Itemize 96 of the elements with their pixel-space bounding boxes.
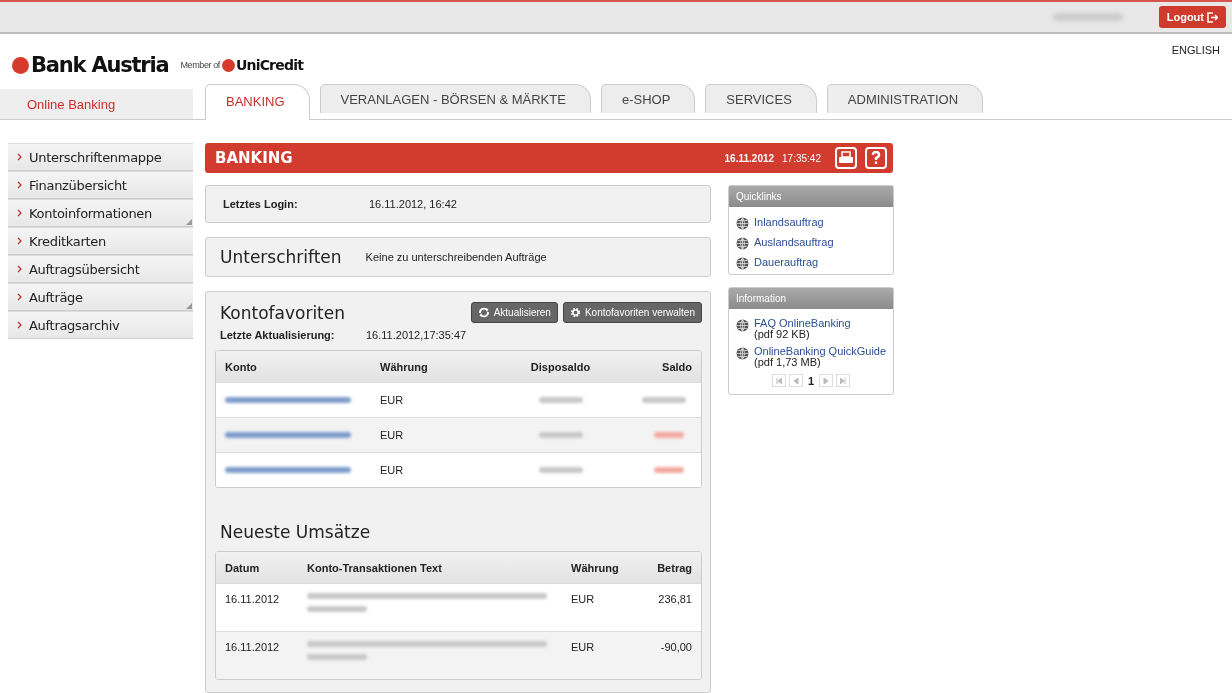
table-cell-text: EUR — [570, 592, 596, 607]
blurred-amount — [538, 467, 583, 473]
page-number: 1 — [807, 374, 815, 387]
blurred-text — [307, 654, 367, 660]
section-label: Online Banking — [0, 89, 193, 119]
table-cell-text: EUR — [379, 393, 405, 408]
nav-tab[interactable]: SERVICES — [705, 84, 817, 113]
refresh-icon — [477, 307, 490, 318]
link[interactable]: Dauerauftrag — [754, 256, 819, 268]
arrow-icon — [791, 376, 800, 385]
chevron-icon — [17, 237, 22, 245]
brand-logo: Bank Austria — [31, 53, 169, 77]
blurred-account-number[interactable] — [225, 432, 351, 438]
language-link[interactable]: ENGLISH — [1171, 34, 1220, 86]
question-mark-icon — [871, 151, 881, 165]
transactions-heading: Neueste Umsätze — [219, 522, 372, 542]
column-header: Datum — [224, 561, 261, 574]
first-page-button[interactable] — [771, 374, 786, 387]
nav-tab[interactable]: BANKING — [205, 84, 310, 120]
sidebar-item[interactable]: Unterschriftenmappe — [8, 143, 193, 171]
column-header: Währung — [379, 360, 429, 373]
nav-tab[interactable]: e-SHOP — [600, 84, 696, 113]
chevron-icon — [17, 265, 22, 273]
table-cell-text: EUR — [379, 463, 405, 478]
panel-title: Quicklinks — [729, 186, 893, 207]
file-size-text: (pdf 92 KB) — [754, 329, 810, 340]
exit-icon — [1207, 11, 1218, 23]
chevron-icon — [17, 153, 22, 161]
signatures-message: Keine zu unterschreibenden Aufträge — [365, 251, 547, 263]
column-header: Saldo — [661, 360, 693, 373]
nav-tab[interactable]: VERANLAGEN - BÖRSEN & MÄRKTE — [319, 84, 591, 113]
time-text: 17:35:42 — [782, 152, 821, 164]
print-button[interactable] — [835, 147, 857, 169]
blurred-account-number[interactable] — [225, 397, 351, 403]
blurred-text — [307, 606, 367, 612]
arrow-icon — [774, 376, 783, 385]
table-cell-text: -90,00 — [659, 640, 693, 655]
sidebar-item[interactable]: Kontoinformationen — [8, 199, 193, 227]
printer-icon — [838, 151, 854, 165]
column-header: Währung — [570, 561, 620, 574]
last-update-label: Letzte Aktualisierung: — [220, 329, 336, 341]
globe-icon — [736, 319, 749, 332]
last-update-value: 16.11.2012,17:35:47 — [366, 329, 467, 341]
globe-icon — [736, 217, 749, 230]
blurred-username — [1052, 13, 1123, 21]
link[interactable]: Auslandsauftrag — [754, 236, 834, 248]
panel-title: Information — [729, 288, 893, 309]
favorites-heading: Kontofavoriten — [220, 302, 346, 323]
nav-tab[interactable]: ADMINISTRATION — [826, 84, 984, 113]
last-login-label: Letztes Login: — [223, 198, 299, 210]
table-cell-text: EUR — [379, 428, 405, 443]
column-header: Konto — [224, 360, 258, 373]
sidebar-item[interactable]: Finanzübersicht — [8, 171, 193, 199]
arrow-icon — [839, 376, 848, 385]
refresh-button[interactable]: Aktualisieren — [470, 302, 558, 323]
file-size-text: (pdf 1,73 MB) — [754, 357, 821, 368]
gear-icon — [569, 307, 581, 318]
help-button[interactable] — [865, 147, 887, 169]
chevron-icon — [17, 209, 22, 217]
parent-brand-logo: UniCredit — [235, 57, 304, 73]
chevron-icon — [17, 181, 22, 189]
globe-icon — [736, 237, 749, 250]
arrow-icon — [822, 376, 831, 385]
date-text: 16.11.2012 — [724, 152, 775, 164]
sidebar-item[interactable]: Auftragsarchiv — [8, 311, 193, 339]
sidebar-item[interactable]: Aufträge — [8, 283, 193, 311]
manage-favorites-button[interactable]: Kontofavoriten verwalten — [562, 302, 702, 323]
column-header: Konto-Transaktionen Text — [306, 561, 443, 574]
chevron-icon — [17, 293, 22, 301]
globe-icon — [736, 347, 749, 360]
logo-icon — [221, 58, 235, 72]
table-cell-text: EUR — [570, 640, 596, 655]
table-cell-text: 236,81 — [657, 592, 693, 607]
page-title: BANKING — [215, 149, 294, 167]
link[interactable]: FAQ OnlineBanking — [754, 318, 851, 329]
signatures-heading: Unterschriften — [220, 247, 342, 267]
chevron-icon — [17, 321, 22, 329]
previous-page-button[interactable] — [788, 374, 803, 387]
sidebar-item[interactable]: Auftragsübersicht — [8, 255, 193, 283]
link[interactable]: Inlandsauftrag — [754, 216, 824, 228]
last-page-button[interactable] — [836, 374, 851, 387]
globe-icon — [736, 257, 749, 270]
blurred-amount — [538, 432, 583, 438]
last-login-value: 16.11.2012, 16:42 — [369, 198, 457, 210]
column-header: Betrag — [656, 561, 693, 574]
column-header: Disposaldo — [529, 360, 592, 373]
table-cell-text: 16.11.2012 — [224, 592, 281, 607]
sidebar-item[interactable]: Kreditkarten — [8, 227, 193, 255]
member-of-text: Member of — [180, 60, 220, 70]
link[interactable]: OnlineBanking QuickGuide — [754, 346, 887, 357]
blurred-account-number[interactable] — [225, 467, 351, 473]
logout-button[interactable]: Logout — [1158, 6, 1226, 28]
table-cell-text: 16.11.2012 — [224, 640, 281, 655]
blurred-amount — [538, 397, 583, 403]
logo-icon — [12, 56, 29, 74]
next-page-button[interactable] — [819, 374, 834, 387]
